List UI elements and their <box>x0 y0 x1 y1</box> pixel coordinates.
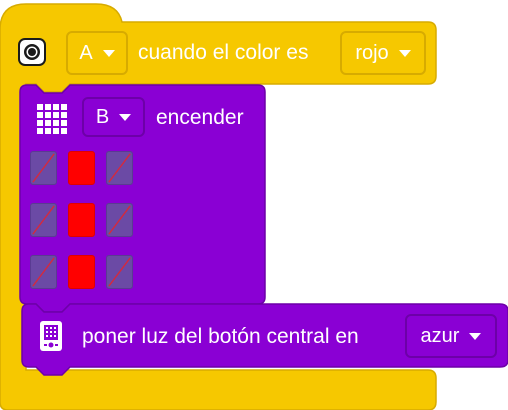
pixel-on[interactable] <box>68 255 95 289</box>
light-color-dropdown[interactable]: azur <box>405 314 497 358</box>
pixel-off[interactable] <box>106 151 133 185</box>
pixel-off[interactable] <box>106 203 133 237</box>
pixel-on[interactable] <box>68 203 95 237</box>
pixel-off[interactable] <box>30 151 57 185</box>
port-value: A <box>79 41 93 64</box>
port-dropdown-matrix[interactable]: B <box>82 97 145 137</box>
hat-label: cuando el color es <box>138 41 309 64</box>
color-dropdown[interactable]: rojo <box>340 31 426 75</box>
dropdown-arrow-icon <box>398 49 411 57</box>
set-light-label: poner luz del botón central en <box>82 325 359 348</box>
light-color-value: azur <box>420 324 460 347</box>
dropdown-arrow-icon <box>469 332 482 340</box>
dropdown-arrow-icon <box>102 49 115 57</box>
hub-icon <box>40 321 62 351</box>
color-sensor-icon <box>18 38 46 66</box>
pixel-off[interactable] <box>30 255 57 289</box>
dropdown-arrow-icon <box>119 113 132 121</box>
pixel-on[interactable] <box>68 151 95 185</box>
pixel-off[interactable] <box>30 203 57 237</box>
color-value: rojo <box>355 41 389 64</box>
port-dropdown-hat[interactable]: A <box>66 31 128 75</box>
matrix-action-label: encender <box>156 106 244 129</box>
pixel-off[interactable] <box>106 255 133 289</box>
port-value: B <box>95 105 110 128</box>
